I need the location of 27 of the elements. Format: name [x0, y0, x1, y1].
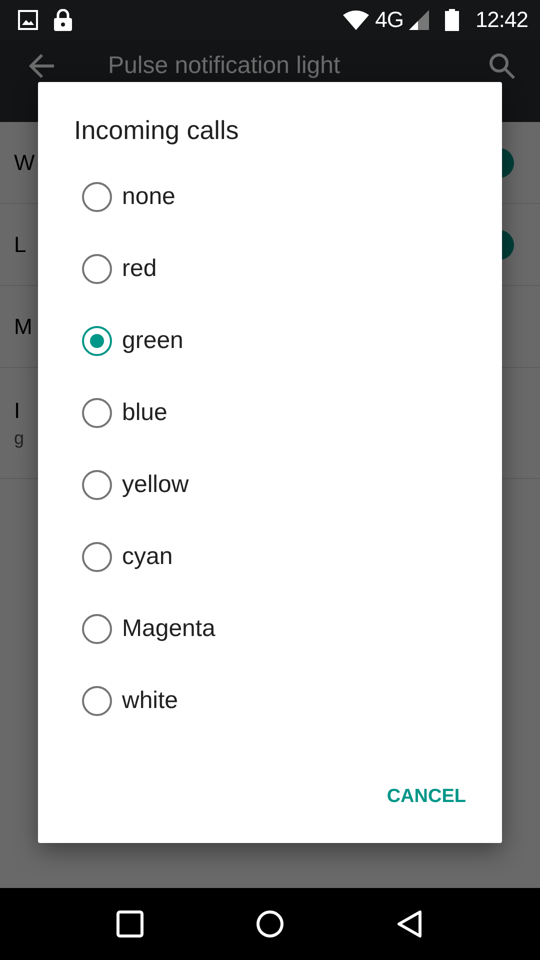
radio-option[interactable]: green [74, 305, 474, 377]
setting-summary: g [14, 428, 24, 448]
radio-option[interactable]: none [74, 161, 474, 233]
setting-title: W [14, 150, 35, 176]
cancel-button[interactable]: CANCEL [378, 773, 474, 821]
lock-icon [54, 9, 72, 31]
radio-option[interactable]: white [74, 665, 474, 737]
setting-title: I [14, 398, 20, 424]
square-icon [115, 909, 145, 939]
battery-icon [445, 9, 460, 31]
screen-title: Pulse notification light [108, 52, 342, 80]
back-arrow-icon[interactable] [28, 52, 56, 80]
picture-icon [18, 10, 38, 30]
clock: 12:42 [475, 7, 528, 33]
dialog-title: Incoming calls [74, 114, 239, 146]
network-label: 4G [375, 7, 404, 33]
signal-icon [409, 10, 430, 30]
setting-title: L [14, 232, 26, 258]
radio-option[interactable]: blue [74, 377, 474, 449]
radio-option[interactable]: cyan [74, 521, 474, 593]
radio-option[interactable]: yellow [74, 449, 474, 521]
search-icon[interactable] [488, 52, 516, 80]
radio-option[interactable]: red [74, 233, 474, 305]
radio-option[interactable]: Magenta [74, 593, 474, 665]
wifi-icon [343, 10, 370, 30]
setting-title: M [14, 314, 32, 340]
circle-icon [255, 909, 285, 939]
